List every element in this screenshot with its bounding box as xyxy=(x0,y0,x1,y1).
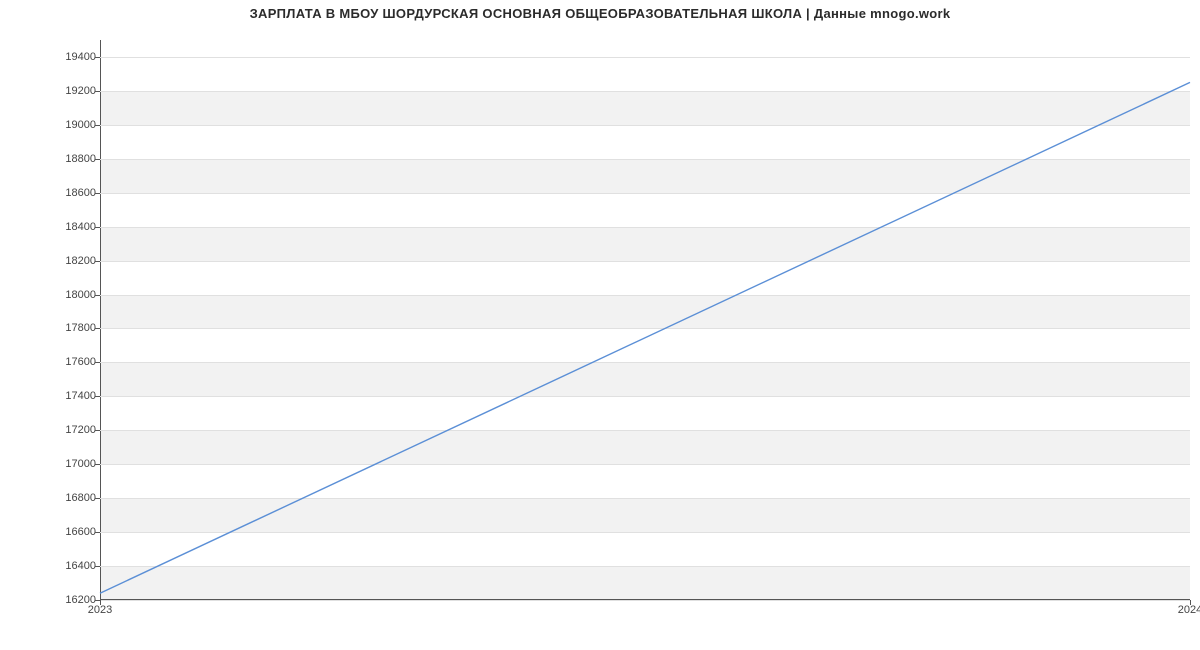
y-tick-label: 18400 xyxy=(36,221,96,233)
x-tick-label: 2023 xyxy=(88,604,112,616)
series-layer xyxy=(100,40,1190,600)
y-tick-mark xyxy=(95,566,100,567)
y-tick-label: 18200 xyxy=(36,255,96,267)
y-tick-label: 17000 xyxy=(36,458,96,470)
y-tick-label: 16800 xyxy=(36,492,96,504)
y-tick-label: 18000 xyxy=(36,289,96,301)
y-tick-label: 17200 xyxy=(36,424,96,436)
y-tick-mark xyxy=(95,498,100,499)
y-tick-mark xyxy=(95,193,100,194)
chart-container: ЗАРПЛАТА В МБОУ ШОРДУРСКАЯ ОСНОВНАЯ ОБЩЕ… xyxy=(0,0,1200,650)
y-tick-label: 19000 xyxy=(36,119,96,131)
y-tick-mark xyxy=(95,125,100,126)
y-tick-mark xyxy=(95,91,100,92)
y-tick-mark xyxy=(95,227,100,228)
y-tick-label: 16600 xyxy=(36,526,96,538)
y-tick-mark xyxy=(95,430,100,431)
plot-area xyxy=(100,40,1190,600)
y-tick-label: 17400 xyxy=(36,390,96,402)
y-tick-mark xyxy=(95,464,100,465)
y-tick-label: 17800 xyxy=(36,322,96,334)
y-tick-mark xyxy=(95,396,100,397)
y-tick-label: 19200 xyxy=(36,85,96,97)
x-tick-label: 2024 xyxy=(1178,604,1200,616)
chart-title: ЗАРПЛАТА В МБОУ ШОРДУРСКАЯ ОСНОВНАЯ ОБЩЕ… xyxy=(0,6,1200,21)
y-tick-mark xyxy=(95,362,100,363)
y-tick-label: 16400 xyxy=(36,560,96,572)
y-tick-label: 19400 xyxy=(36,51,96,63)
y-tick-mark xyxy=(95,261,100,262)
y-tick-mark xyxy=(95,532,100,533)
grid-line xyxy=(100,600,1190,601)
y-tick-mark xyxy=(95,295,100,296)
y-tick-mark xyxy=(95,328,100,329)
x-tick-mark xyxy=(1190,600,1191,605)
y-tick-label: 18600 xyxy=(36,187,96,199)
y-tick-mark xyxy=(95,57,100,58)
y-tick-mark xyxy=(95,159,100,160)
series-line-salary xyxy=(100,82,1190,593)
y-tick-label: 17600 xyxy=(36,356,96,368)
x-tick-mark xyxy=(100,600,101,605)
y-tick-label: 18800 xyxy=(36,153,96,165)
